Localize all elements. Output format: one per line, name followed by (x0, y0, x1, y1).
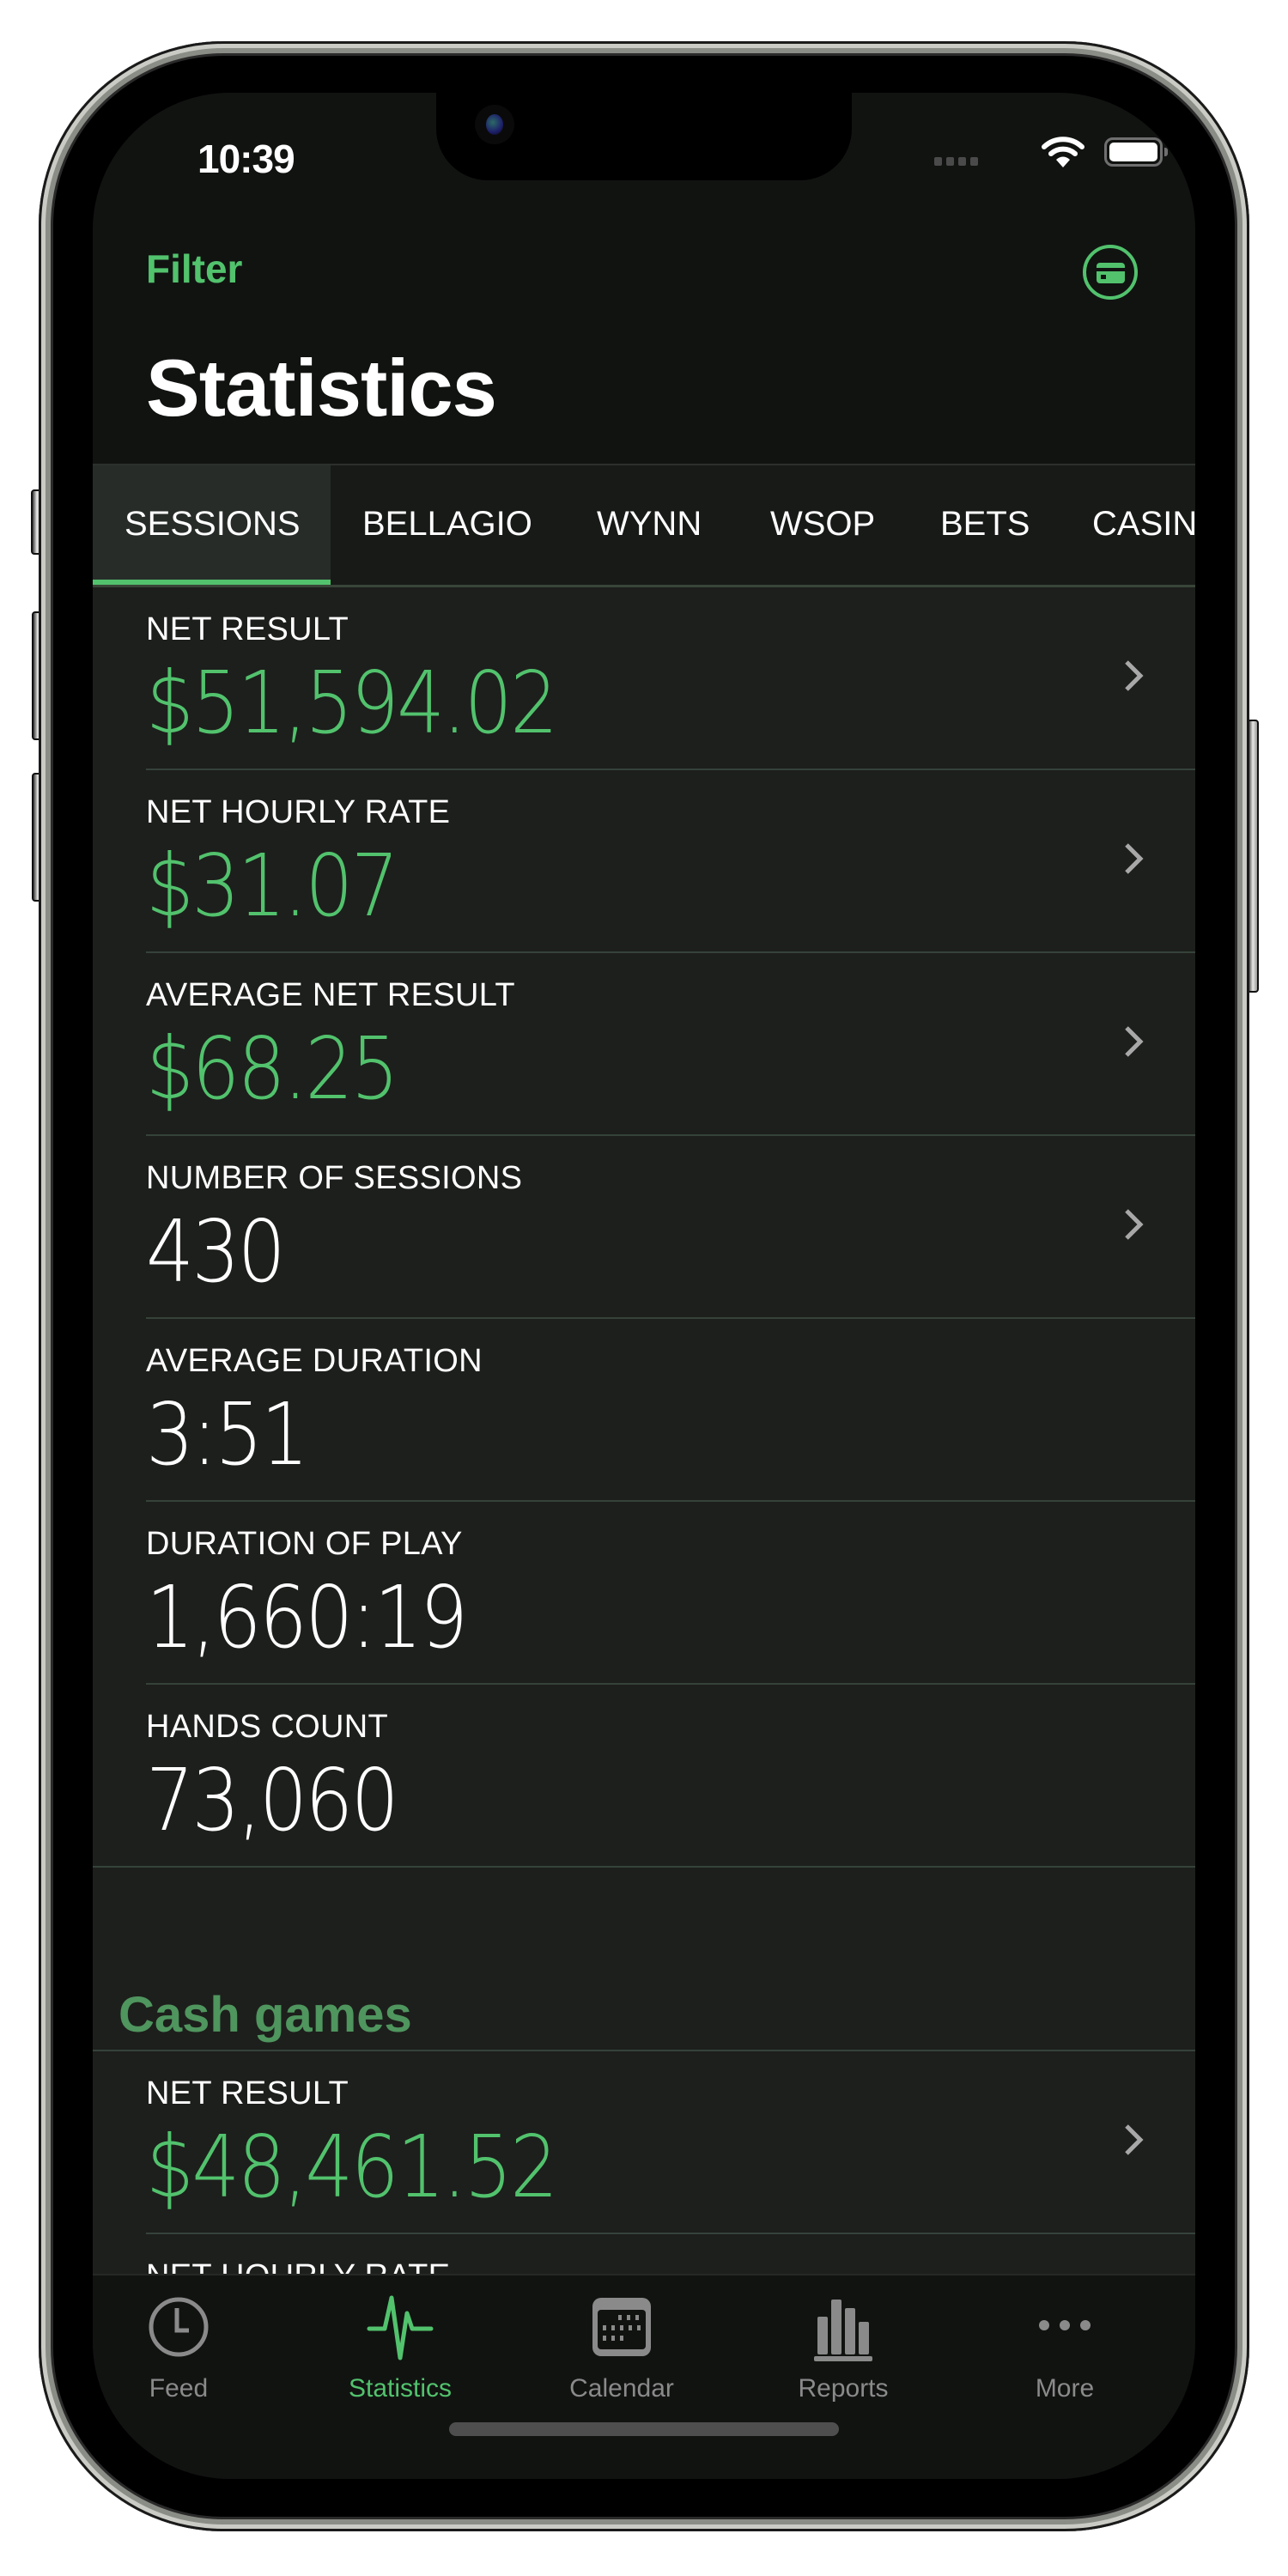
screen: 10:39 Filter Statistics SESSIONS BELLAGI… (93, 93, 1195, 2479)
stat-label: NET RESULT (146, 2075, 349, 2111)
stat-label: DURATION OF PLAY (146, 1526, 463, 1562)
segment-casino[interactable]: CASIN (1060, 465, 1195, 585)
chevron-right-icon (1125, 660, 1144, 691)
stat-row-number-of-sessions[interactable]: NUMBER OF SESSIONS 430 (146, 1136, 1195, 1319)
stat-row-hands-count: HANDS COUNT 73,060 (93, 1685, 1195, 1868)
section-title: Cash games (118, 1987, 412, 2043)
waveform-icon (367, 2295, 434, 2360)
tab-calendar[interactable]: Calendar (544, 2293, 699, 2403)
tab-label: Statistics (348, 2374, 453, 2403)
notch (436, 93, 852, 180)
stat-value: 3:51 (146, 1384, 309, 1485)
filter-segment-bar[interactable]: SESSIONS BELLAGIO WYNN WSOP BETS CASIN (93, 464, 1195, 587)
segment-wynn[interactable]: WYNN (565, 465, 733, 585)
stat-value: $68.25 (146, 1018, 399, 1119)
stat-row-average-duration: AVERAGE DURATION 3:51 (146, 1319, 1195, 1502)
statistics-list[interactable]: NET RESULT $51,594.02 NET HOURLY RATE $3… (93, 587, 1195, 2305)
stat-value: 73,060 (146, 1750, 399, 1850)
stat-value: $51,594.02 (146, 653, 558, 753)
ellipsis-icon (1039, 2320, 1091, 2330)
tab-label: Feed (149, 2374, 209, 2403)
home-indicator[interactable] (449, 2422, 839, 2436)
stat-label: NET HOURLY RATE (146, 794, 451, 830)
clock-icon (149, 2297, 209, 2357)
front-camera (475, 105, 514, 144)
tab-label: Calendar (569, 2374, 674, 2403)
calendar-icon (592, 2298, 651, 2356)
chevron-right-icon (1125, 1026, 1144, 1057)
battery-icon (1104, 137, 1168, 167)
stat-row-duration-of-play: DURATION OF PLAY 1,660:19 (146, 1502, 1195, 1685)
stat-row-average-net-result[interactable]: AVERAGE NET RESULT $68.25 (146, 953, 1195, 1136)
stat-value: 1,660:19 (146, 1567, 468, 1668)
stat-label: AVERAGE DURATION (146, 1343, 483, 1379)
tab-bar: Feed Statistics Calendar Reports More (93, 2274, 1195, 2479)
stat-value: 430 (146, 1201, 286, 1302)
stat-row-net-result[interactable]: NET RESULT $51,594.02 (146, 587, 1195, 770)
stat-value: $31.07 (146, 835, 399, 936)
tab-reports[interactable]: Reports (766, 2293, 920, 2403)
cash-stat-row-net-result[interactable]: NET RESULT $48,461.52 (146, 2051, 1195, 2234)
filter-button[interactable]: Filter (146, 246, 242, 292)
chevron-right-icon (1125, 843, 1144, 874)
tab-feed[interactable]: Feed (101, 2293, 256, 2403)
segment-sessions[interactable]: SESSIONS (93, 465, 331, 585)
segment-wsop[interactable]: WSOP (738, 465, 907, 585)
page-title: Statistics (146, 343, 497, 433)
wifi-icon (1042, 137, 1084, 167)
tab-label: Reports (798, 2374, 889, 2403)
segment-bets[interactable]: BETS (908, 465, 1061, 585)
segment-bellagio[interactable]: BELLAGIO (331, 465, 564, 585)
creditcard-circle-icon[interactable] (1083, 245, 1138, 300)
stat-label: AVERAGE NET RESULT (146, 977, 515, 1013)
stat-label: HANDS COUNT (146, 1709, 388, 1745)
status-time: 10:39 (197, 137, 295, 181)
cellular-signal-icon (934, 157, 978, 166)
stat-row-net-hourly-rate[interactable]: NET HOURLY RATE $31.07 (146, 770, 1195, 953)
tab-label: More (1035, 2374, 1095, 2403)
tab-more[interactable]: More (987, 2293, 1142, 2403)
stat-label: NUMBER OF SESSIONS (146, 1160, 523, 1196)
tab-statistics[interactable]: Statistics (323, 2293, 477, 2403)
stat-value: $48,461.52 (146, 2117, 558, 2217)
section-header-cash-games: Cash games (93, 1979, 1195, 2051)
chevron-right-icon (1125, 1209, 1144, 1240)
chevron-right-icon (1125, 2124, 1144, 2155)
bar-chart-icon (814, 2300, 872, 2361)
stat-label: NET RESULT (146, 611, 349, 647)
